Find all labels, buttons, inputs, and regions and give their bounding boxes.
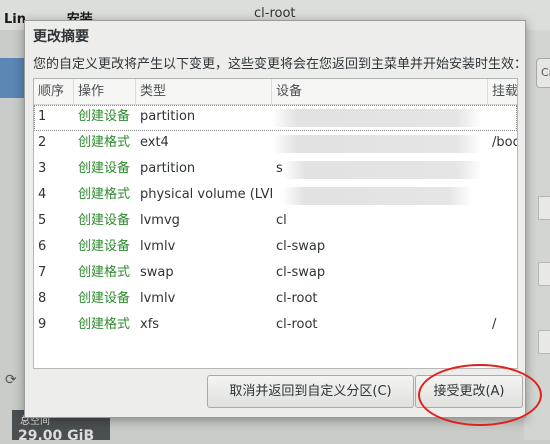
dialog-description: 您的自定义更改将产生以下变更，这些变更将会在您返回到主菜单并开始安装时生效： — [33, 57, 528, 72]
row-order: 4 — [38, 187, 47, 202]
redacted-device-text — [282, 161, 482, 179]
column-header-order[interactable]: 顺序 — [34, 79, 74, 104]
row-device: cl-root — [276, 291, 318, 306]
row-mount: / — [492, 317, 497, 332]
row-action: 创建设备 — [78, 239, 131, 254]
row-type: partition — [140, 109, 196, 124]
row-type: swap — [140, 265, 174, 280]
cancel-and-return-button[interactable]: 取消并返回到自定义分区(C) — [207, 375, 414, 408]
row-mount — [488, 235, 517, 261]
column-header-type[interactable]: 类型 — [136, 79, 272, 104]
dialog-title: 更改摘要 — [33, 29, 89, 45]
row-action: 创建设备 — [78, 161, 131, 176]
table-row[interactable]: 8 创建设备 lvmlv cl-root — [34, 287, 517, 313]
row-mount — [488, 261, 517, 287]
row-order: 6 — [38, 239, 47, 254]
background-right-button: Cr — [536, 58, 550, 88]
row-action: 创建设备 — [78, 109, 131, 124]
row-mount — [488, 183, 517, 209]
table-row[interactable]: 6 创建设备 lvmlv cl-swap — [34, 235, 517, 261]
row-action: 创建设备 — [78, 213, 131, 228]
table-row[interactable]: 2 创建格式 ext4/boot — [34, 131, 517, 157]
background-field — [538, 196, 550, 220]
row-type: ext4 — [140, 135, 169, 150]
table-header: 顺序 操作 类型 设备 挂载点 — [34, 79, 517, 105]
row-type: lvmlv — [140, 239, 176, 254]
column-header-mount[interactable]: 挂载点 — [488, 79, 517, 104]
changes-table[interactable]: 顺序 操作 类型 设备 挂载点 1 创建设备 partition 2 创建格式 ext4 /… — [33, 78, 518, 369]
refresh-icon: ⟳ — [5, 372, 17, 388]
row-mount — [488, 105, 517, 131]
row-type: xfs — [140, 317, 160, 332]
row-order: 8 — [38, 291, 47, 306]
row-device: cl-swap — [276, 265, 326, 280]
row-order: 2 — [38, 135, 47, 150]
background-sidebar-accent — [0, 58, 26, 98]
row-type: lvmlv — [140, 291, 176, 306]
row-order: 7 — [38, 265, 47, 280]
row-type: physical volume (LVM) — [140, 187, 272, 202]
row-order: 9 — [38, 317, 47, 332]
row-mount — [488, 157, 517, 183]
redacted-device-text — [272, 135, 482, 153]
table-row[interactable]: 4 创建格式 physical volume (LVM) — [34, 183, 517, 209]
row-device: cl — [276, 213, 287, 228]
row-order: 3 — [38, 161, 47, 176]
table-row[interactable]: 1 创建设备 partition — [34, 105, 517, 131]
column-header-device[interactable]: 设备 — [272, 79, 488, 104]
row-action: 创建格式 — [78, 317, 131, 332]
row-order: 5 — [38, 213, 47, 228]
row-device: cl-swap — [276, 239, 326, 254]
redacted-device-text — [282, 187, 472, 205]
row-action: 创建格式 — [78, 135, 131, 150]
highlight-annotation — [418, 364, 542, 426]
column-header-action[interactable]: 操作 — [74, 79, 136, 104]
row-action: 创建格式 — [78, 187, 131, 202]
row-type: lvmvg — [140, 213, 180, 228]
row-mount — [488, 209, 517, 235]
background-device-label: cl-root — [254, 6, 296, 21]
background-field — [538, 262, 550, 286]
row-type: partition — [140, 161, 196, 176]
redacted-device-text — [272, 109, 482, 127]
row-action: 创建格式 — [78, 265, 131, 280]
background-field — [538, 330, 550, 354]
free-space-value: 29.00 GiB — [18, 428, 95, 444]
row-device: cl-root — [276, 317, 318, 332]
row-order: 1 — [38, 109, 47, 124]
row-action: 创建设备 — [78, 291, 131, 306]
row-mount — [488, 287, 517, 313]
summary-of-changes-dialog: 更改摘要 您的自定义更改将产生以下变更，这些变更将会在您返回到主菜单并开始安装时… — [24, 20, 528, 418]
table-row[interactable]: 5 创建设备 lvmvg cl — [34, 209, 517, 235]
table-row[interactable]: 9 创建格式 xfs cl-root / — [34, 313, 517, 339]
table-row[interactable]: 7 创建格式 swap cl-swap — [34, 261, 517, 287]
table-row[interactable]: 3 创建设备 partition s — [34, 157, 517, 183]
row-mount: /boot — [492, 135, 517, 150]
